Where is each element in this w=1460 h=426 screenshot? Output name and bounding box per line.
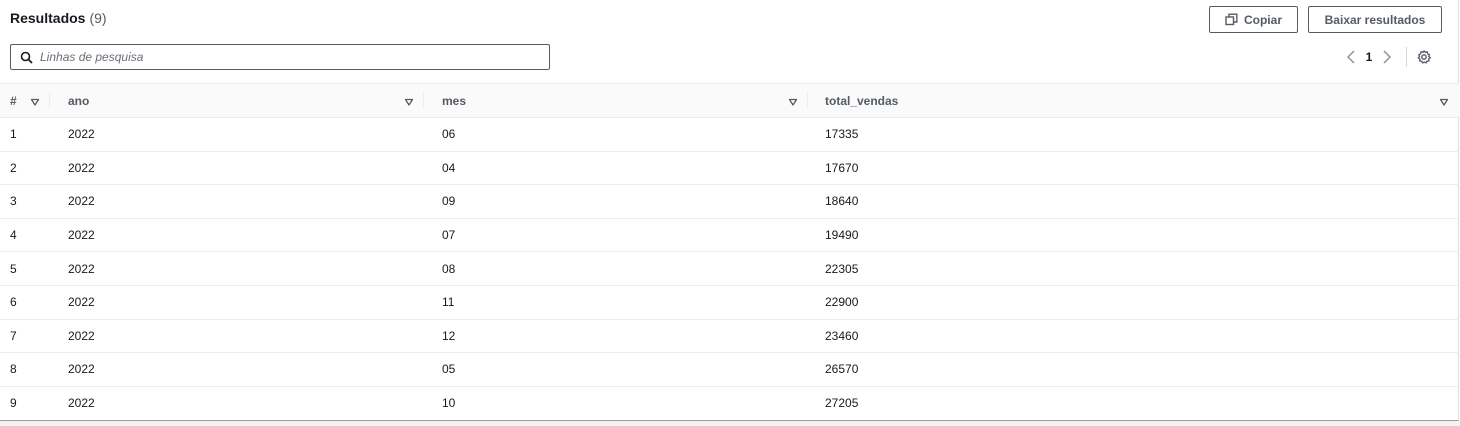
- table-body: 1 2022 06 17335 2 2022 04 17670 3 2022 0…: [0, 118, 1459, 420]
- search-box: [10, 44, 550, 70]
- table-header-row: # ano mes total_vendas: [0, 83, 1459, 118]
- download-results-button-label: Baixar resultados: [1324, 12, 1426, 27]
- cell-mes: 08: [442, 261, 456, 276]
- column-header-mes[interactable]: mes: [424, 84, 808, 118]
- cell-ano: 2022: [68, 362, 95, 377]
- copy-icon: [1225, 13, 1238, 26]
- table-row: 9 2022 10 27205: [0, 386, 1459, 420]
- cell-total-vendas: 22305: [825, 261, 859, 276]
- cell-index: 7: [10, 328, 17, 343]
- download-results-button[interactable]: Baixar resultados: [1308, 6, 1442, 33]
- copy-button-label: Copiar: [1243, 12, 1282, 27]
- table-row: 2 2022 04 17670: [0, 151, 1459, 185]
- search-icon: [18, 49, 34, 65]
- pager-divider: [1406, 47, 1407, 67]
- cell-index: 5: [10, 261, 17, 276]
- results-table: # ano mes total_vendas 1 2022 06 17335 2…: [0, 83, 1459, 420]
- cell-mes: 12: [442, 328, 456, 343]
- column-header-label: total_vendas: [825, 93, 899, 108]
- cell-total-vendas: 17670: [825, 160, 859, 175]
- sort-down-icon[interactable]: [404, 96, 414, 106]
- cell-ano: 2022: [68, 396, 95, 411]
- cell-ano: 2022: [68, 127, 95, 142]
- column-header-total-vendas[interactable]: total_vendas: [808, 84, 1459, 118]
- current-page-number[interactable]: 1: [1360, 50, 1378, 64]
- column-header-index[interactable]: #: [0, 84, 50, 118]
- cell-mes: 07: [442, 228, 456, 243]
- column-header-ano[interactable]: ano: [50, 84, 424, 118]
- gear-icon[interactable]: [1415, 47, 1433, 67]
- cell-ano: 2022: [68, 261, 95, 276]
- column-header-label: mes: [442, 93, 467, 108]
- cell-index: 4: [10, 228, 17, 243]
- column-header-label: ano: [68, 93, 90, 108]
- cell-ano: 2022: [68, 160, 95, 175]
- cell-index: 8: [10, 362, 17, 377]
- table-row: 1 2022 06 17335: [0, 118, 1459, 152]
- cell-total-vendas: 26570: [825, 362, 859, 377]
- cell-total-vendas: 23460: [825, 328, 859, 343]
- cell-total-vendas: 17335: [825, 127, 859, 142]
- cell-ano: 2022: [68, 194, 95, 209]
- cell-index: 6: [10, 295, 17, 310]
- cell-ano: 2022: [68, 295, 95, 310]
- search-input[interactable]: [40, 50, 540, 64]
- cell-index: 1: [10, 127, 17, 142]
- sort-down-icon[interactable]: [1439, 96, 1449, 106]
- sort-down-icon[interactable]: [788, 96, 798, 106]
- results-title: Resultados (9): [10, 10, 107, 26]
- cell-mes: 11: [442, 295, 455, 310]
- cell-index: 3: [10, 194, 17, 209]
- cell-mes: 10: [442, 396, 456, 411]
- table-row: 8 2022 05 26570: [0, 353, 1459, 387]
- table-row: 6 2022 11 22900: [0, 285, 1459, 320]
- table-row: 3 2022 09 18640: [0, 185, 1459, 219]
- cell-total-vendas: 19490: [825, 228, 859, 243]
- results-panel: Resultados(9) Copiar Baixar resultados 1: [0, 0, 1459, 421]
- cell-mes: 04: [442, 160, 456, 175]
- cell-total-vendas: 27205: [825, 396, 859, 411]
- results-title-label: Resultados: [10, 10, 86, 26]
- sort-down-icon[interactable]: [30, 96, 40, 106]
- cell-total-vendas: 22900: [825, 295, 859, 310]
- cell-total-vendas: 18640: [825, 194, 859, 209]
- cell-mes: 05: [442, 362, 456, 377]
- copy-button[interactable]: Copiar: [1209, 6, 1298, 33]
- table-row: 5 2022 08 22305: [0, 252, 1459, 286]
- chevron-right-icon[interactable]: [1378, 47, 1396, 67]
- cell-index: 9: [10, 396, 17, 411]
- cell-mes: 06: [442, 127, 456, 142]
- panel-bottom-edge: [0, 421, 1460, 426]
- results-count: (9): [89, 10, 107, 26]
- cell-ano: 2022: [68, 328, 95, 343]
- pagination: 1: [1342, 47, 1433, 67]
- cell-index: 2: [10, 160, 17, 175]
- chevron-left-icon[interactable]: [1342, 47, 1360, 67]
- table-row: 7 2022 12 23460: [0, 319, 1459, 353]
- column-header-label: #: [10, 93, 17, 108]
- cell-ano: 2022: [68, 228, 95, 243]
- cell-mes: 09: [442, 194, 456, 209]
- table-row: 4 2022 07 19490: [0, 218, 1459, 252]
